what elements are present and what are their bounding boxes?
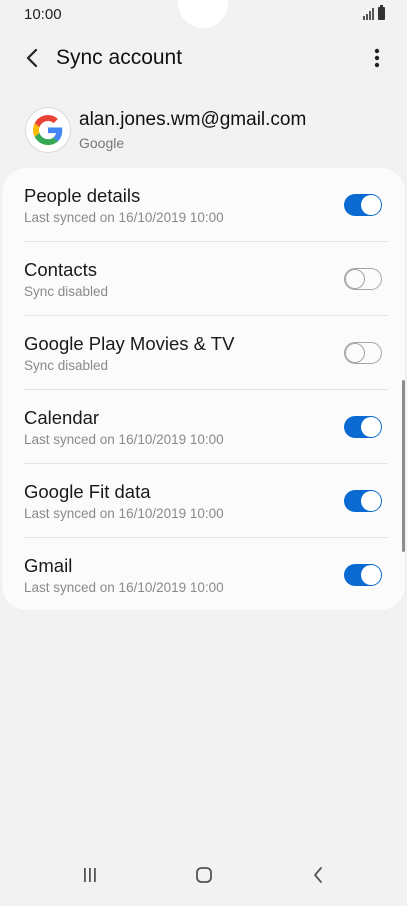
sync-row-gmail[interactable]: Gmail Last synced on 16/10/2019 10:00	[2, 538, 405, 612]
sync-item-title: Google Fit data	[24, 481, 151, 502]
sync-toggle[interactable]	[344, 490, 382, 512]
account-header: alan.jones.wm@gmail.com Google	[0, 100, 407, 162]
sync-item-status: Last synced on 16/10/2019 10:00	[24, 432, 224, 447]
back-button[interactable]	[14, 42, 50, 74]
more-options-button[interactable]	[365, 42, 389, 74]
app-bar: Sync account	[0, 30, 407, 86]
home-icon	[196, 867, 212, 883]
sync-item-title: Calendar	[24, 407, 100, 428]
sync-row-contacts[interactable]: Contacts Sync disabled	[2, 242, 405, 316]
sync-item-title: Google Play Movies & TV	[24, 333, 235, 354]
sync-item-title: Gmail	[24, 555, 73, 576]
sync-item-status: Sync disabled	[24, 284, 109, 299]
home-button[interactable]	[184, 860, 224, 890]
page-title: Sync account	[56, 46, 183, 69]
more-vert-icon	[374, 48, 380, 68]
sync-toggle[interactable]	[344, 342, 382, 364]
signal-icon	[363, 8, 374, 20]
sync-row-people-details[interactable]: People details Last synced on 16/10/2019…	[2, 168, 405, 242]
google-g-icon	[33, 115, 63, 145]
camera-notch	[178, 0, 228, 28]
status-bar: 10:00	[0, 0, 407, 30]
sync-toggle[interactable]	[344, 564, 382, 586]
account-type: Google	[79, 135, 125, 151]
sync-item-status: Sync disabled	[24, 358, 109, 373]
status-icons	[363, 5, 385, 20]
account-email: alan.jones.wm@gmail.com	[79, 109, 307, 130]
recents-button[interactable]	[70, 860, 110, 890]
recents-icon	[84, 868, 96, 882]
chevron-left-icon	[26, 48, 38, 68]
sync-item-title: Contacts	[24, 259, 98, 280]
sync-row-google-play-movies[interactable]: Google Play Movies & TV Sync disabled	[2, 316, 405, 390]
sync-row-google-fit[interactable]: Google Fit data Last synced on 16/10/201…	[2, 464, 405, 538]
status-time: 10:00	[24, 6, 62, 23]
sync-item-title: People details	[24, 185, 141, 206]
sync-item-status: Last synced on 16/10/2019 10:00	[24, 506, 224, 521]
sync-row-calendar[interactable]: Calendar Last synced on 16/10/2019 10:00	[2, 390, 405, 464]
sync-items-card: People details Last synced on 16/10/2019…	[2, 168, 405, 610]
account-avatar	[25, 107, 71, 153]
scrollbar[interactable]	[402, 380, 405, 552]
sync-item-status: Last synced on 16/10/2019 10:00	[24, 210, 224, 225]
sync-toggle[interactable]	[344, 268, 382, 290]
sync-toggle[interactable]	[344, 416, 382, 438]
battery-icon	[378, 5, 385, 20]
navigation-bar	[0, 848, 407, 906]
nav-back-button[interactable]	[298, 860, 338, 890]
sync-item-status: Last synced on 16/10/2019 10:00	[24, 580, 224, 595]
nav-back-icon	[314, 867, 322, 883]
sync-toggle[interactable]	[344, 194, 382, 216]
